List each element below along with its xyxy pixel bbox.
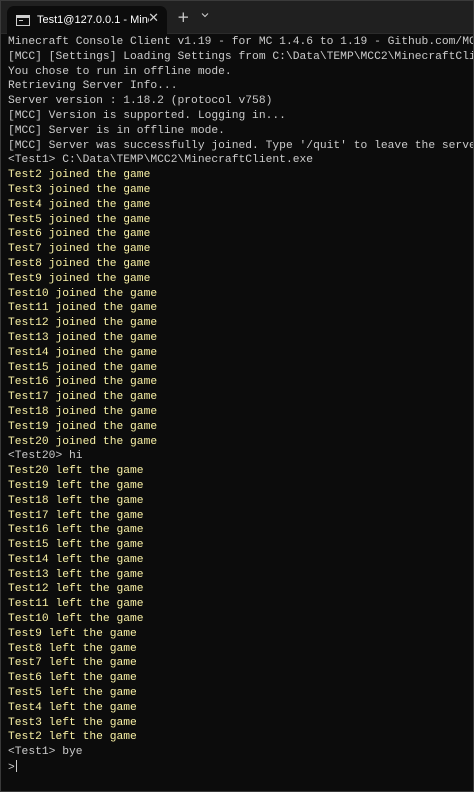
console-line: Test6 joined the game [8, 228, 151, 241]
console-line: Test6 left the game [8, 672, 137, 685]
console-line: <Test20> hi [8, 450, 83, 463]
console-line: <Test1> bye [8, 746, 83, 759]
console-line: Minecraft Console Client v1.19 - for MC … [8, 36, 474, 48]
console-line: Retrieving Server Info... [8, 80, 178, 93]
console-line: Test5 left the game [8, 687, 137, 700]
console-line: Test10 joined the game [8, 287, 158, 300]
console-line: Test7 left the game [8, 657, 137, 670]
command-prompt[interactable]: > [8, 760, 469, 775]
console-line: Test17 left the game [8, 509, 144, 522]
console-line: Test16 joined the game [8, 376, 158, 389]
prompt-symbol: > [8, 762, 15, 775]
console-line: Test20 left the game [8, 465, 144, 478]
console-line: Test20 joined the game [8, 435, 158, 448]
console-line: Test16 left the game [8, 524, 144, 537]
console-line: Test19 left the game [8, 479, 144, 492]
console-line: Test2 joined the game [8, 169, 151, 182]
console-line: [MCC] [Settings] Loading Settings from C… [8, 50, 474, 63]
console-line: Test11 left the game [8, 598, 144, 611]
console-line: [MCC] Server was successfully joined. Ty… [8, 139, 474, 152]
console-line: Test18 joined the game [8, 405, 158, 418]
terminal-icon [16, 14, 30, 26]
console-line: Test18 left the game [8, 494, 144, 507]
console-line: Server version : 1.18.2 (protocol v758) [8, 95, 273, 108]
tab-title: Test1@127.0.0.1 - Minecraft Cc [37, 14, 149, 26]
console-line: Test19 joined the game [8, 420, 158, 433]
close-tab-icon[interactable]: ✕ [148, 11, 159, 27]
console-line: [MCC] Server is in offline mode. [8, 124, 225, 137]
console-line: Test3 joined the game [8, 183, 151, 196]
console-line: Test9 joined the game [8, 272, 151, 285]
console-line: Test14 joined the game [8, 346, 158, 359]
console-line: Test13 joined the game [8, 331, 158, 344]
tab-active[interactable]: Test1@127.0.0.1 - Minecraft Cc ✕ [7, 6, 167, 34]
console-line: Test7 joined the game [8, 243, 151, 256]
console-line: Test17 joined the game [8, 391, 158, 404]
console-line: Test4 left the game [8, 701, 137, 714]
text-cursor [15, 760, 17, 773]
console-line: Test12 joined the game [8, 317, 158, 330]
console-line: Test8 joined the game [8, 257, 151, 270]
console-line: Test11 joined the game [8, 302, 158, 315]
console-line: Test9 left the game [8, 627, 137, 640]
console-line: Test13 left the game [8, 568, 144, 581]
console-line: Test15 left the game [8, 539, 144, 552]
console-line: Test14 left the game [8, 553, 144, 566]
console-line: Test8 left the game [8, 642, 137, 655]
console-line: Test3 left the game [8, 716, 137, 729]
new-tab-button[interactable]: + [177, 9, 190, 25]
console-line: Test15 joined the game [8, 361, 158, 374]
console-line: Test10 left the game [8, 613, 144, 626]
console-line: Test5 joined the game [8, 213, 151, 226]
chevron-down-icon[interactable] [201, 11, 209, 19]
console-line: Test4 joined the game [8, 198, 151, 211]
title-bar: Test1@127.0.0.1 - Minecraft Cc ✕ + [1, 1, 473, 34]
console-output[interactable]: Minecraft Console Client v1.19 - for MC … [8, 35, 474, 775]
console-line: Test12 left the game [8, 583, 144, 596]
console-line: Test2 left the game [8, 731, 137, 744]
console-line: You chose to run in offline mode. [8, 65, 232, 78]
console-line: <Test1> C:\Data\TEMP\MCC2\MinecraftClien… [8, 154, 314, 167]
console-line: [MCC] Version is supported. Logging in..… [8, 109, 286, 122]
terminal-window: Test1@127.0.0.1 - Minecraft Cc ✕ + Minec… [0, 0, 474, 792]
